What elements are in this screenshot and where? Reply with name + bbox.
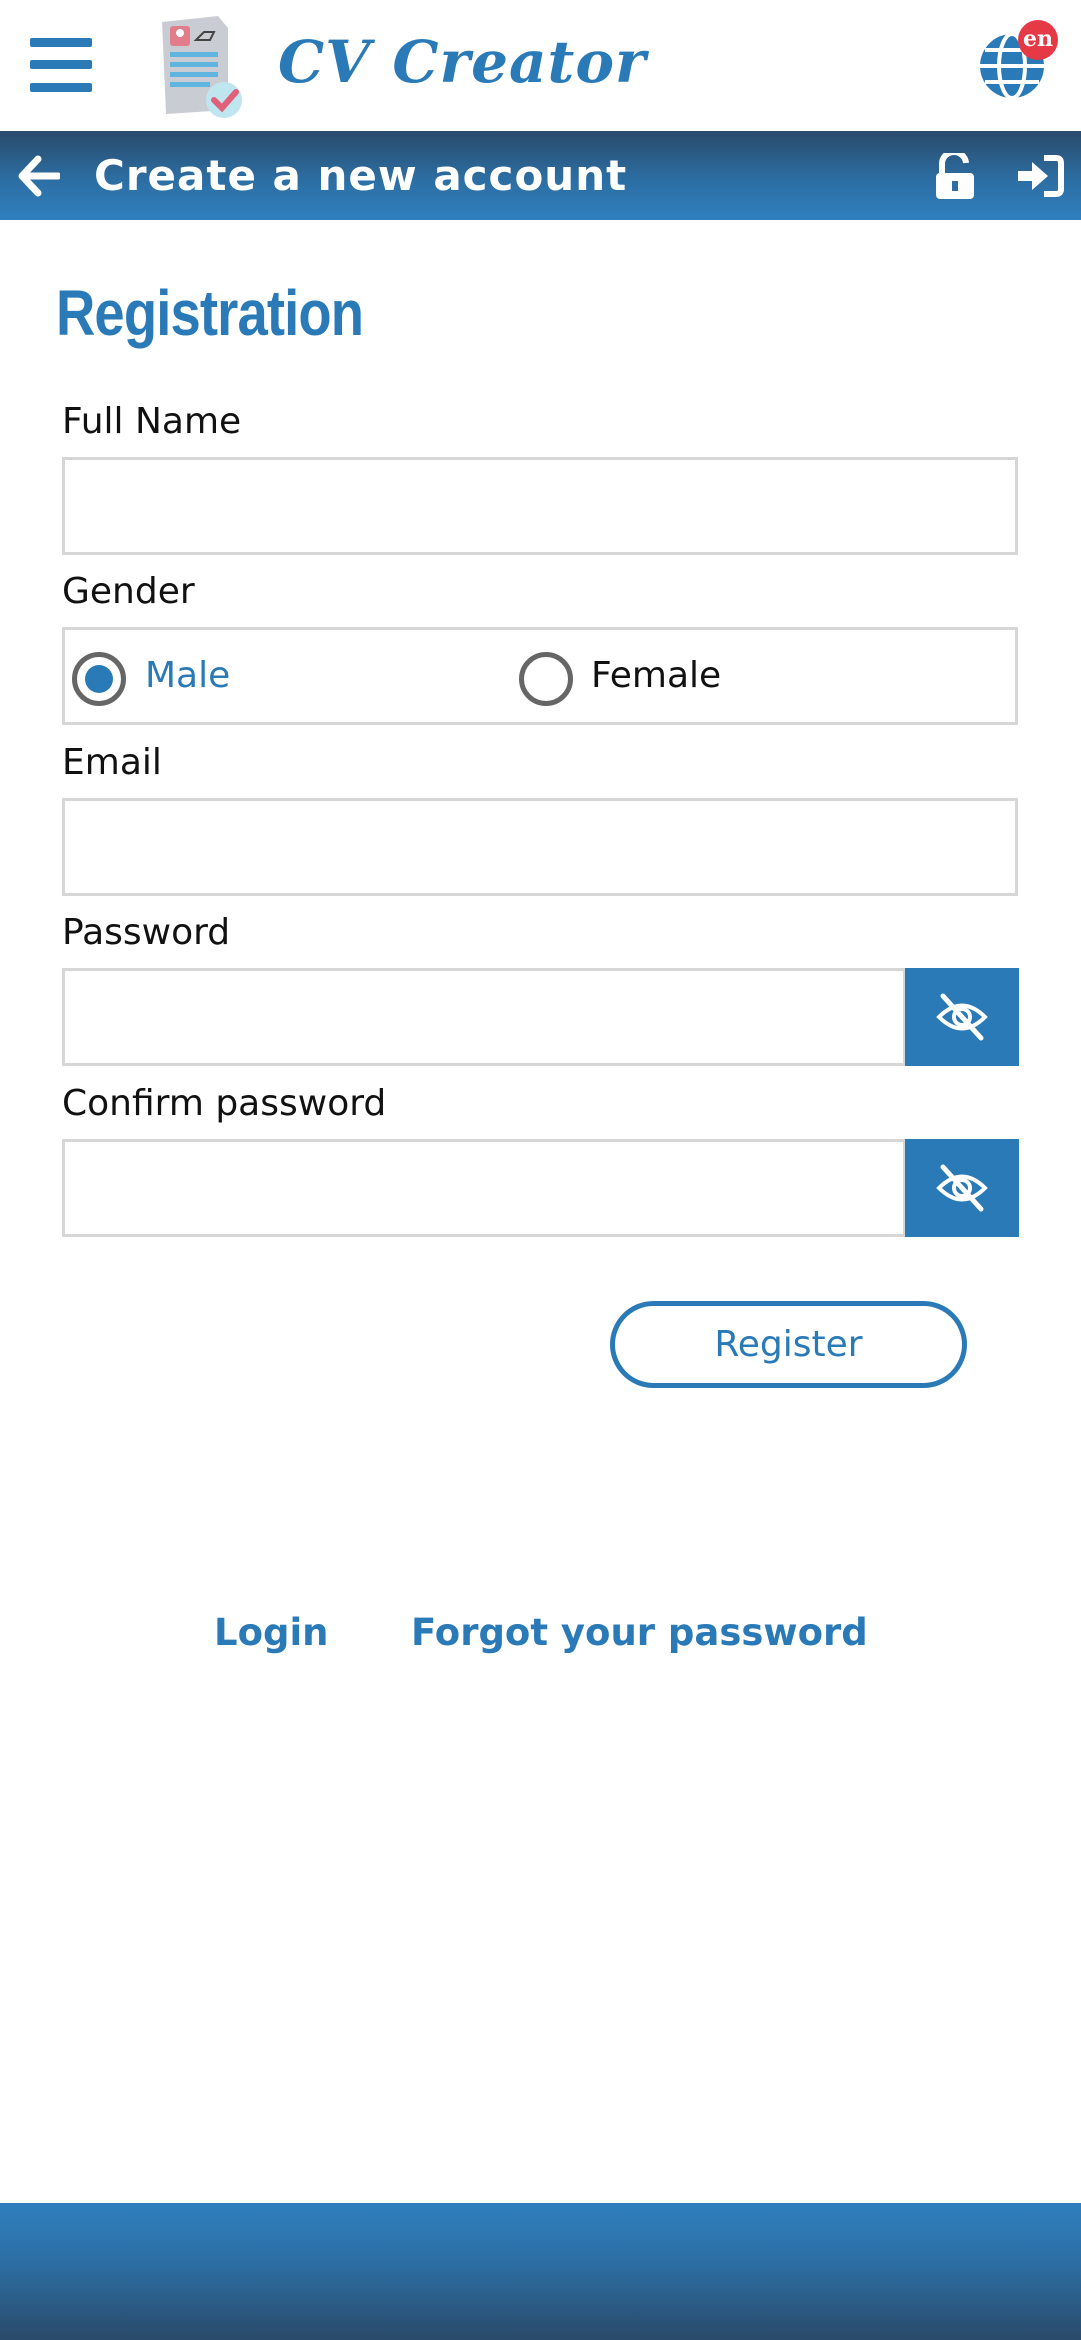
login-link[interactable]: Login (214, 1608, 329, 1658)
language-badge[interactable]: en (1018, 20, 1058, 60)
female-radio[interactable] (519, 652, 573, 706)
eye-slash-icon (936, 993, 988, 1041)
gender-radio-group: Male Female (62, 627, 1018, 725)
full-name-label: Full Name (62, 401, 242, 442)
unlock-icon[interactable] (934, 153, 976, 199)
confirm-password-input[interactable] (62, 1139, 906, 1237)
forgot-password-link[interactable]: Forgot your password (411, 1608, 868, 1658)
form-heading: Registration (56, 277, 364, 349)
male-radio[interactable] (72, 652, 126, 706)
password-input[interactable] (62, 968, 906, 1066)
full-name-input[interactable] (62, 457, 1018, 555)
arrow-left-icon[interactable] (18, 155, 60, 197)
app-header: CV Creator en (0, 0, 1081, 131)
password-label: Password (62, 912, 231, 953)
male-radio-label[interactable]: Male (145, 630, 230, 722)
app-name: CV Creator (278, 28, 647, 96)
eye-slash-icon (936, 1164, 988, 1212)
footer-bar (0, 2203, 1081, 2340)
cv-document-logo-icon (162, 16, 242, 118)
password-visibility-toggle[interactable] (905, 968, 1019, 1066)
title-bar: Create a new account (0, 131, 1081, 220)
menu-icon[interactable] (30, 38, 92, 92)
female-radio-label[interactable]: Female (591, 630, 721, 722)
sign-in-icon[interactable] (1016, 155, 1064, 197)
email-label: Email (62, 742, 162, 783)
register-button[interactable]: Register (610, 1301, 967, 1388)
gender-label: Gender (62, 571, 195, 612)
confirm-password-label: Confirm password (62, 1083, 387, 1124)
confirm-password-visibility-toggle[interactable] (905, 1139, 1019, 1237)
email-input[interactable] (62, 798, 1018, 896)
page-title: Create a new account (94, 151, 628, 200)
